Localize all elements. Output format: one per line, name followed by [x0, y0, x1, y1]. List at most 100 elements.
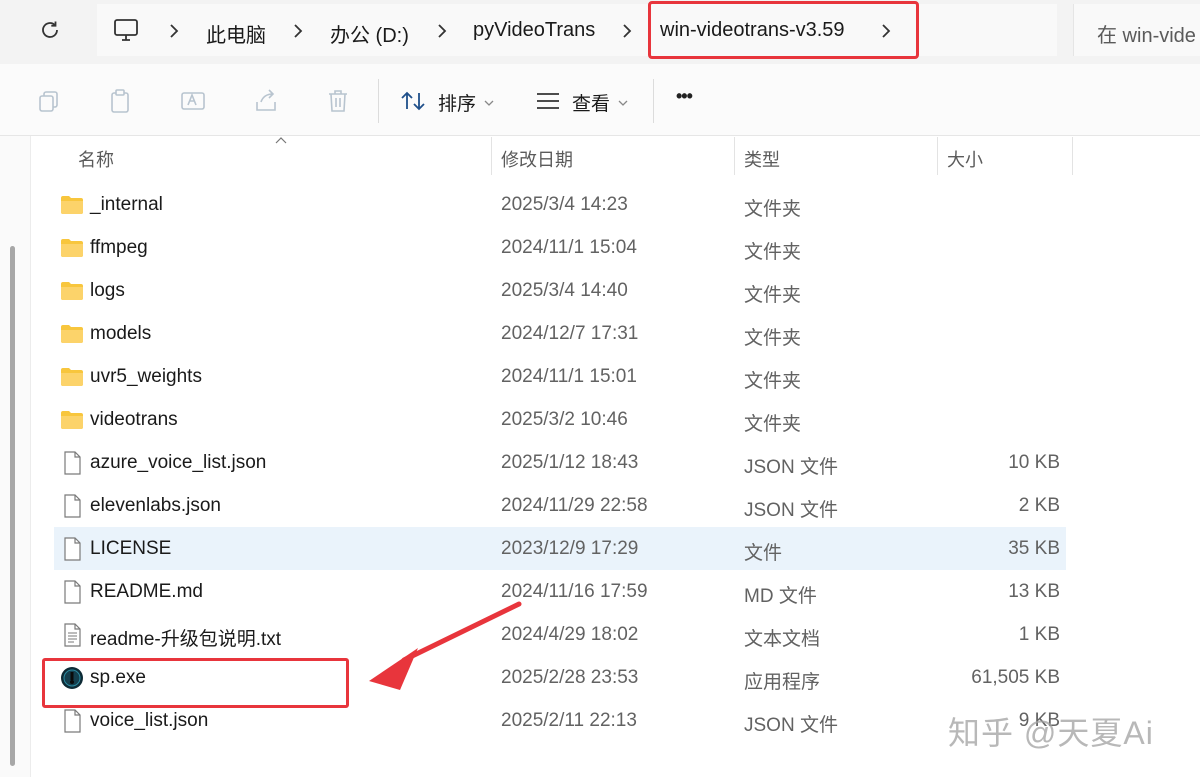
- file-size: 13 KB: [1008, 581, 1060, 602]
- share-icon[interactable]: [253, 88, 279, 114]
- file-name: voice_list.json: [90, 710, 209, 731]
- view-icon: [537, 93, 559, 109]
- file-type: JSON 文件: [744, 715, 838, 736]
- file-row[interactable]: LICENSE 2023/12/9 17:29 文件 35 KB: [54, 527, 1066, 570]
- column-divider[interactable]: [937, 137, 938, 175]
- scrollbar-thumb[interactable]: [10, 246, 15, 766]
- file-modified-date: 2024/11/29 22:58: [501, 495, 648, 516]
- chevron-right-icon[interactable]: [435, 22, 449, 40]
- address-bar-row: 此电脑 办公 (D:) pyVideoTrans win-videotrans-…: [0, 0, 1200, 64]
- file-type: JSON 文件: [744, 500, 838, 521]
- column-header-size[interactable]: 大小: [947, 146, 983, 172]
- file-row[interactable]: README.md 2024/11/16 17:59 MD 文件 13 KB: [54, 570, 1066, 613]
- file-name: README.md: [90, 581, 203, 602]
- file-type: MD 文件: [744, 586, 817, 607]
- sort-button[interactable]: 排序: [396, 78, 496, 122]
- file-type: 文件夹: [744, 199, 802, 220]
- crumb-this-pc[interactable]: 此电脑: [206, 19, 266, 48]
- column-divider[interactable]: [734, 137, 735, 175]
- file-modified-date: 2024/12/7 17:31: [501, 323, 639, 344]
- folder-icon: [60, 365, 84, 389]
- file-size: 35 KB: [1008, 538, 1060, 559]
- sort-label: 排序: [438, 94, 477, 115]
- watermark: 知乎 @天夏Ai: [948, 715, 1154, 751]
- search-input[interactable]: 在 win-vide: [1073, 4, 1200, 56]
- file-type: 文件: [744, 543, 783, 564]
- column-header-name[interactable]: 名称: [78, 146, 114, 172]
- sort-icon: [401, 91, 425, 111]
- file-size: 1 KB: [1018, 624, 1060, 645]
- file-type: 文件夹: [744, 285, 802, 306]
- column-header-type[interactable]: 类型: [744, 146, 780, 172]
- file-row[interactable]: elevenlabs.json 2024/11/29 22:58 JSON 文件 2 …: [54, 484, 1066, 527]
- file-modified-date: 2025/2/11 22:13: [501, 710, 637, 731]
- folder-icon: [60, 236, 84, 260]
- command-toolbar: 排序 查看 •••: [0, 64, 1200, 136]
- folder-icon: [60, 193, 84, 217]
- file-modified-date: 2025/2/28 23:53: [501, 667, 639, 688]
- file-modified-date: 2024/4/29 18:02: [501, 624, 639, 645]
- file-icon: [60, 709, 84, 733]
- file-row[interactable]: logs 2025/3/4 14:40 文件夹: [54, 269, 1066, 312]
- file-name: elevenlabs.json: [90, 495, 221, 516]
- file-modified-date: 2025/1/12 18:43: [501, 452, 639, 473]
- file-modified-date: 2025/3/4 14:40: [501, 280, 628, 301]
- refresh-icon: [42, 21, 58, 38]
- file-row[interactable]: videotrans 2025/3/2 10:46 文件夹: [54, 398, 1066, 441]
- file-size: 61,505 KB: [971, 667, 1060, 688]
- chevron-down-icon: [618, 100, 628, 106]
- file-name: _internal: [90, 194, 163, 215]
- file-modified-date: 2025/3/2 10:46: [501, 409, 628, 430]
- paste-icon[interactable]: [107, 88, 133, 114]
- file-name: LICENSE: [90, 538, 172, 559]
- folder-icon: [60, 408, 84, 432]
- delete-icon[interactable]: [325, 88, 351, 114]
- file-row[interactable]: readme-升级包说明.txt 2024/4/29 18:02 文本文档 1 KB: [54, 613, 1066, 656]
- file-row[interactable]: uvr5_weights 2024/11/1 15:01 文件夹: [54, 355, 1066, 398]
- rename-icon[interactable]: [180, 88, 206, 114]
- highlight-box-sp-exe: [42, 658, 349, 708]
- column-divider[interactable]: [491, 137, 492, 175]
- chevron-right-icon[interactable]: [167, 22, 181, 40]
- view-label: 查看: [572, 94, 611, 115]
- toolbar-divider: [378, 79, 379, 123]
- file-type: 文件夹: [744, 371, 802, 392]
- file-name: models: [90, 323, 152, 344]
- refresh-button[interactable]: [34, 14, 66, 46]
- view-button[interactable]: 查看: [532, 78, 632, 122]
- file-type: JSON 文件: [744, 457, 838, 478]
- file-modified-date: 2023/12/9 17:29: [501, 538, 639, 559]
- folder-icon: [60, 322, 84, 346]
- file-type: 应用程序: [744, 672, 821, 693]
- chevron-down-icon: [484, 100, 494, 106]
- crumb-pyvideotrans[interactable]: pyVideoTrans: [473, 19, 595, 42]
- folder-icon: [60, 279, 84, 303]
- file-row[interactable]: azure_voice_list.json 2025/1/12 18:43 JSON…: [54, 441, 1066, 484]
- file-row[interactable]: _internal 2025/3/4 14:23 文件夹: [54, 183, 1066, 226]
- file-type: 文本文档: [744, 629, 821, 650]
- file-row[interactable]: models 2024/12/7 17:31 文件夹: [54, 312, 1066, 355]
- file-icon: [60, 580, 84, 604]
- file-icon: [60, 451, 84, 475]
- file-type: 文件夹: [744, 328, 802, 349]
- file-size: 10 KB: [1008, 452, 1060, 473]
- file-modified-date: 2025/3/4 14:23: [501, 194, 628, 215]
- computer-icon: [114, 19, 138, 41]
- column-divider[interactable]: [1072, 137, 1073, 175]
- navigation-pane: [0, 136, 31, 777]
- file-name: azure_voice_list.json: [90, 452, 267, 473]
- copy-icon[interactable]: [36, 88, 62, 114]
- text-file-icon: [60, 623, 84, 647]
- file-name: ffmpeg: [90, 237, 148, 258]
- sort-ascending-icon: [275, 137, 287, 144]
- file-icon: [60, 537, 84, 561]
- highlight-box-current-folder: [648, 1, 919, 59]
- file-type: 文件夹: [744, 242, 802, 263]
- chevron-right-icon[interactable]: [291, 22, 305, 40]
- file-modified-date: 2024/11/1 15:01: [501, 366, 637, 387]
- crumb-drive-d[interactable]: 办公 (D:): [330, 19, 409, 48]
- chevron-right-icon[interactable]: [620, 22, 634, 40]
- file-row[interactable]: ffmpeg 2024/11/1 15:04 文件夹: [54, 226, 1066, 269]
- more-options-button[interactable]: •••: [676, 86, 693, 107]
- column-header-modified[interactable]: 修改日期: [501, 146, 573, 172]
